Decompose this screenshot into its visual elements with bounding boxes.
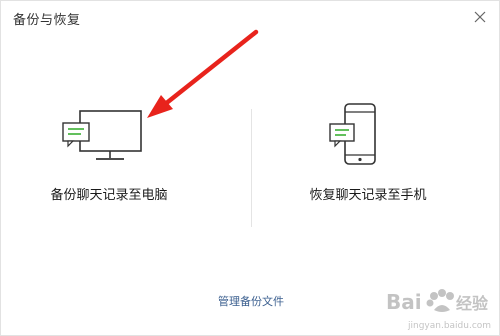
restore-to-phone-option[interactable]: 恢复聊天记录至手机: [253, 101, 493, 231]
svg-text:Bai: Bai: [386, 290, 422, 314]
close-button[interactable]: [470, 7, 490, 27]
backup-to-pc-label: 备份聊天记录至电脑: [50, 188, 168, 203]
backup-restore-window: 备份与恢复 备份聊天记录至电脑 恢复聊天记录至手机 管理备份文件 Bai 经验 …: [0, 0, 500, 336]
svg-text:经验: 经验: [456, 294, 489, 313]
close-icon: [474, 11, 486, 23]
divider: [251, 109, 252, 227]
svg-text:jingyan.baidu.com: jingyan.baidu.com: [407, 321, 491, 331]
window-title: 备份与恢复: [13, 13, 81, 28]
phone-chat-icon: [329, 103, 376, 165]
monitor-chat-icon: [62, 110, 142, 160]
backup-to-pc-option[interactable]: 备份聊天记录至电脑: [1, 101, 241, 231]
baidu-watermark-logo: Bai 经验 jingyan.baidu.com: [386, 289, 491, 331]
restore-to-phone-label: 恢复聊天记录至手机: [309, 188, 427, 203]
